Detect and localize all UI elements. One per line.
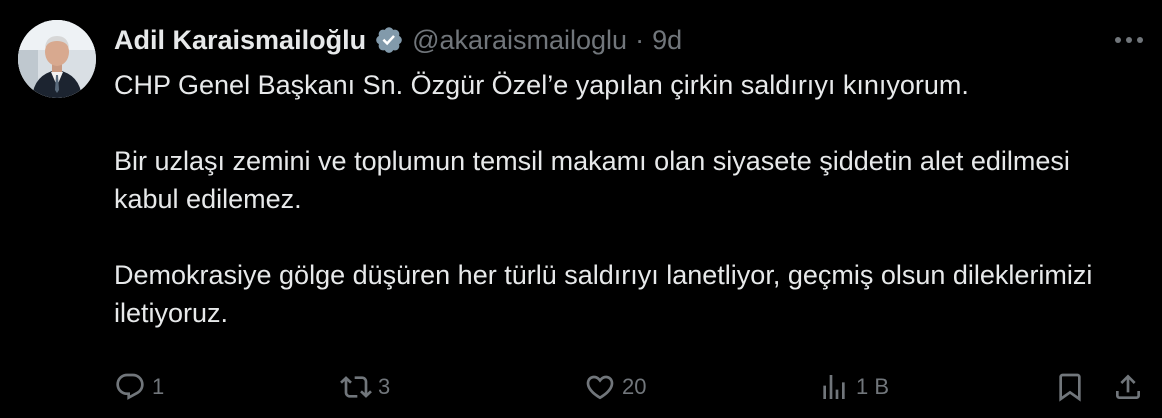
tweet[interactable]: Adil Karaismailoğlu @akaraismailoglu · 9… xyxy=(0,0,1162,418)
share-icon xyxy=(1116,374,1140,399)
bookmark-button[interactable] xyxy=(1054,366,1086,408)
retweet-button[interactable]: 3 xyxy=(340,366,390,408)
views-count: 1 B xyxy=(856,374,890,399)
like-button[interactable]: 20 xyxy=(584,366,646,408)
share-button[interactable] xyxy=(1112,366,1144,408)
tweet-paragraph: Bir uzlaşı zemini ve toplumun temsil mak… xyxy=(114,146,1070,214)
tweet-header: Adil Karaismailoğlu @akaraismailoglu · 9… xyxy=(114,20,682,60)
retweet-count: 3 xyxy=(378,374,391,399)
heart-icon xyxy=(586,375,614,400)
bookmark-icon xyxy=(1059,373,1081,402)
avatar[interactable] xyxy=(18,20,96,98)
author-handle[interactable]: @akaraismailoglu xyxy=(412,25,627,56)
profile-photo-icon xyxy=(18,20,96,98)
reply-count: 1 xyxy=(152,374,165,399)
tweet-text: CHP Genel Başkanı Sn. Özgür Özel’e yapıl… xyxy=(114,66,1124,332)
like-count: 20 xyxy=(622,374,647,399)
views-button[interactable]: 1 B xyxy=(818,366,889,408)
header-separator: · xyxy=(635,24,645,55)
tweet-timestamp[interactable]: 9d xyxy=(652,25,682,56)
retweet-icon xyxy=(340,376,372,398)
reply-button[interactable]: 1 xyxy=(114,366,164,408)
author-name[interactable]: Adil Karaismailoğlu xyxy=(114,25,366,56)
tweet-paragraph: Demokrasiye gölge düşüren her türlü sald… xyxy=(114,260,1093,328)
more-options-icon[interactable] xyxy=(1112,26,1146,54)
views-icon xyxy=(823,375,845,399)
action-bar: 1 3 20 1 B xyxy=(114,366,1148,408)
reply-icon xyxy=(116,373,144,400)
verified-badge-icon[interactable] xyxy=(374,25,404,55)
tweet-paragraph: CHP Genel Başkanı Sn. Özgür Özel’e yapıl… xyxy=(114,70,969,100)
